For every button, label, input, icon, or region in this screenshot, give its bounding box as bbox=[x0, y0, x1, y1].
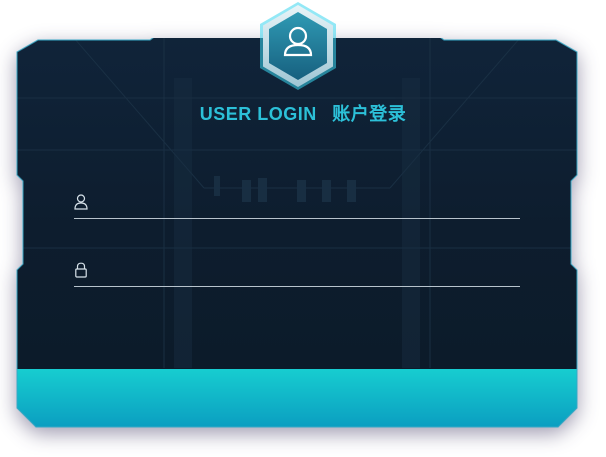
username-field[interactable] bbox=[74, 188, 520, 219]
login-title: USER LOGIN 账户登录 bbox=[0, 100, 606, 126]
user-badge bbox=[260, 2, 336, 90]
login-button-label bbox=[17, 369, 577, 425]
user-outline-icon bbox=[74, 194, 88, 210]
password-input[interactable] bbox=[98, 258, 512, 284]
username-input[interactable] bbox=[98, 190, 512, 216]
login-title-en: USER LOGIN bbox=[199, 104, 317, 124]
login-title-cn: 账户登录 bbox=[332, 104, 407, 124]
password-field[interactable] bbox=[74, 256, 520, 287]
login-button[interactable] bbox=[17, 369, 577, 425]
lock-icon bbox=[75, 262, 87, 278]
